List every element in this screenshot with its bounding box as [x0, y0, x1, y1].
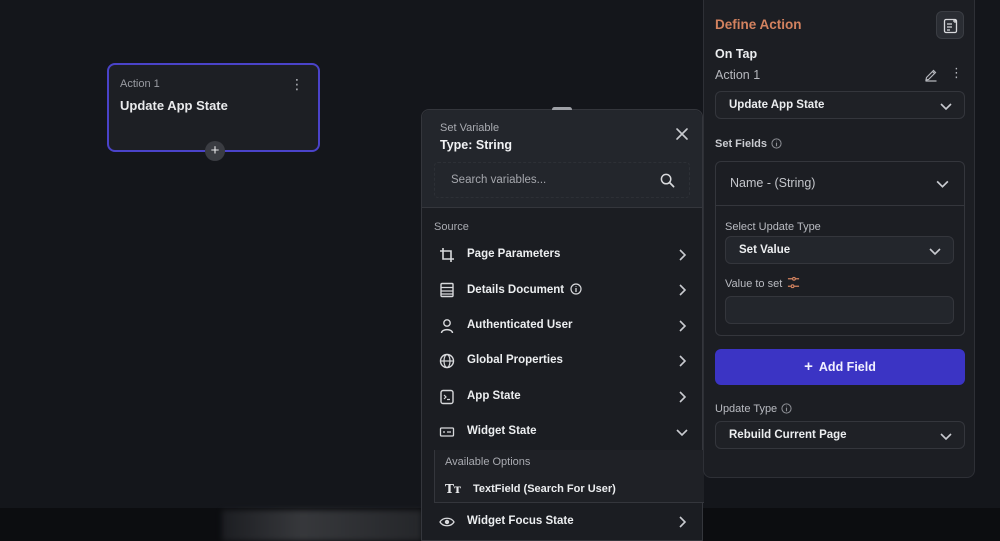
- chevron-right-icon: [679, 391, 687, 403]
- document-icon: [440, 282, 454, 298]
- option-label: TextField (Search For User): [473, 483, 616, 495]
- widget-icon: [439, 427, 455, 437]
- set-variable-header: Set Variable Type: String: [422, 110, 702, 208]
- action-label: Action 1: [715, 68, 761, 82]
- option-textfield-search[interactable]: Tт TextField (Search For User): [445, 482, 695, 498]
- source-item-widget-focus-state[interactable]: Widget Focus State: [422, 505, 702, 539]
- source-item-details-document[interactable]: Details Document: [422, 273, 702, 307]
- action-node-label: Action 1: [120, 78, 160, 90]
- chevron-down-icon: [940, 103, 952, 111]
- field-card: Name - (String) Select Update Type Set V…: [715, 161, 965, 336]
- chevron-right-icon: [679, 355, 687, 367]
- variable-binding-icon[interactable]: [787, 276, 800, 289]
- chevron-right-icon: [679, 249, 687, 261]
- source-item-label: Page Parameters: [467, 248, 561, 260]
- select-update-type-label: Select Update Type: [725, 221, 821, 233]
- pencil-icon[interactable]: [924, 68, 938, 82]
- action-type-value: Update App State: [729, 99, 825, 111]
- chevron-right-icon: [679, 320, 687, 332]
- set-fields-text: Set Fields: [715, 138, 767, 150]
- variable-search[interactable]: [434, 162, 690, 198]
- source-item-label: App State: [467, 390, 521, 402]
- set-fields-label: Set Fields: [715, 138, 782, 150]
- node-more-icon[interactable]: ⋮: [290, 77, 304, 91]
- field-card-header[interactable]: Name - (String): [716, 162, 964, 206]
- app-state-icon: [440, 389, 454, 405]
- chevron-right-icon: [679, 284, 687, 296]
- panel-subtitle: Set Variable: [440, 122, 500, 134]
- update-type-text: Update Type: [715, 403, 778, 415]
- action-node-title: Update App State: [120, 98, 228, 113]
- available-options: Available Options Tт TextField (Search F…: [434, 450, 704, 503]
- chevron-down-icon: [940, 433, 952, 441]
- add-action-button[interactable]: +: [205, 141, 225, 161]
- more-options-icon[interactable]: ⋮: [950, 66, 963, 79]
- source-item-label: Widget State: [467, 425, 537, 437]
- action-type-select[interactable]: Update App State: [715, 91, 965, 119]
- help-icon[interactable]: [781, 403, 792, 414]
- update-type-label: Update Type: [715, 403, 792, 415]
- chevron-down-icon: [936, 180, 949, 188]
- note-add-icon: [943, 18, 958, 34]
- add-field-label: Add Field: [818, 360, 876, 374]
- source-item-label: Global Properties: [467, 354, 563, 366]
- help-icon[interactable]: [771, 138, 782, 149]
- source-section-label: Source: [434, 221, 469, 233]
- rebuild-value: Rebuild Current Page: [729, 429, 847, 441]
- source-item-widget-state[interactable]: Widget State: [422, 415, 702, 449]
- chevron-down-icon: [676, 429, 688, 437]
- chevron-down-icon: [929, 248, 941, 256]
- search-icon[interactable]: [660, 173, 675, 188]
- crop-icon: [440, 248, 454, 262]
- source-item-authenticated-user[interactable]: Authenticated User: [422, 309, 702, 343]
- chevron-right-icon: [679, 516, 687, 528]
- action-node[interactable]: Action 1 Update App State ⋮ +: [107, 63, 320, 161]
- value-input[interactable]: [725, 296, 954, 324]
- user-icon: [440, 319, 454, 334]
- source-item-label: Authenticated User: [467, 319, 573, 331]
- available-options-label: Available Options: [445, 456, 531, 468]
- eye-icon: [439, 517, 455, 527]
- source-item-label: Details Document: [467, 283, 582, 296]
- globe-icon: [439, 353, 455, 369]
- rebuild-select[interactable]: Rebuild Current Page: [715, 421, 965, 449]
- source-item-text: Details Document: [467, 284, 565, 296]
- update-type-value: Set Value: [739, 244, 791, 256]
- value-to-set-text: Value to set: [725, 278, 783, 290]
- bottom-blur-preview: [222, 510, 422, 541]
- notes-button[interactable]: [936, 11, 964, 39]
- text-field-icon: Tт: [445, 482, 462, 496]
- source-item-global-properties[interactable]: Global Properties: [422, 344, 702, 378]
- define-action-panel: Define Action On Tap Action 1 ⋮ Update A…: [703, 0, 975, 478]
- panel-title: Type: String: [440, 138, 512, 152]
- close-icon[interactable]: [675, 127, 689, 141]
- trigger-label: On Tap: [715, 47, 758, 61]
- set-variable-panel: Set Variable Type: String Source Page Pa…: [421, 107, 704, 541]
- search-input[interactable]: [451, 163, 651, 197]
- source-item-app-state[interactable]: App State: [422, 380, 702, 414]
- source-item-label: Widget Focus State: [467, 515, 574, 527]
- update-type-select[interactable]: Set Value: [725, 236, 954, 264]
- add-field-button[interactable]: + Add Field: [715, 349, 965, 385]
- info-icon: [570, 283, 582, 295]
- source-item-page-parameters[interactable]: Page Parameters: [422, 238, 702, 272]
- field-name: Name - (String): [730, 176, 816, 190]
- define-action-title: Define Action: [715, 17, 802, 32]
- plus-icon: +: [804, 358, 813, 375]
- value-to-set-label: Value to set: [725, 276, 800, 290]
